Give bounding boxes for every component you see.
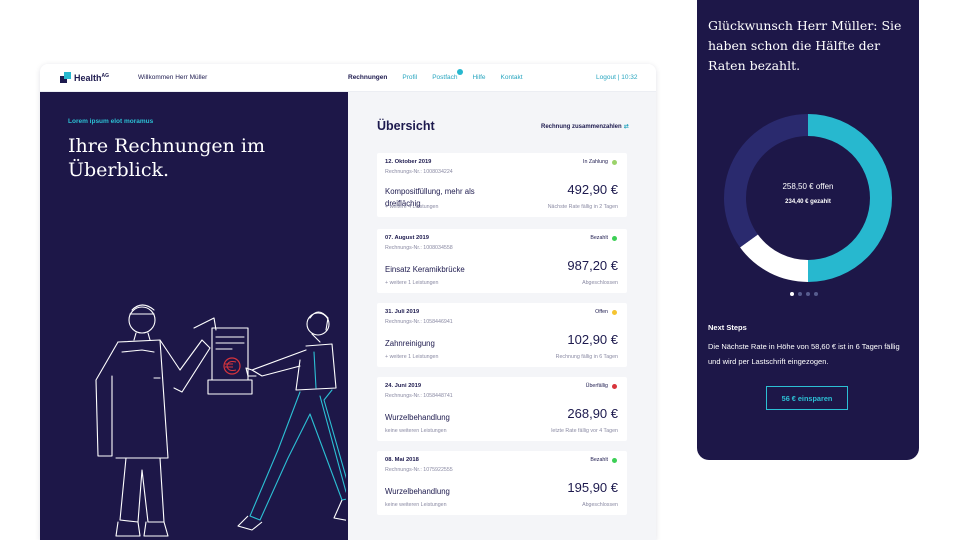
invoice-description: Einsatz Keramikbrücke xyxy=(385,265,465,274)
save-money-button[interactable]: 56 € einsparen xyxy=(766,386,848,410)
payment-note: Nächste Rate fällig in 2 Tagen xyxy=(547,204,618,210)
pager-dot[interactable] xyxy=(806,292,810,296)
invoice-number: Rechnungs-Nr.: 1058446941 xyxy=(385,319,453,325)
invoice-number: Rechnungs-Nr.: 1008034558 xyxy=(385,245,453,251)
notification-badge xyxy=(457,69,464,75)
invoice-number: Rechnungs-Nr.: 1008034224 xyxy=(385,169,453,175)
next-steps-title: Next Steps xyxy=(708,323,747,332)
logout-link[interactable]: Logout xyxy=(596,74,616,81)
invoice-card[interactable]: 12. Oktober 2019 Rechnungs-Nr.: 10080342… xyxy=(377,153,627,217)
invoice-date: 08. Mai 2018 xyxy=(385,457,419,463)
hero-title: Ihre Rechnungen im Überblick. xyxy=(68,135,266,181)
logo[interactable]: HealthAG xyxy=(60,72,109,83)
status-badge: Bezahlt xyxy=(590,235,617,241)
logo-mark-icon xyxy=(60,72,71,83)
invoice-description: Wurzelbehandlung xyxy=(385,487,450,496)
mobile-card: Glückwunsch Herr Müller: Sie haben schon… xyxy=(697,0,919,460)
status-dot-icon xyxy=(612,159,617,165)
logout-area: Logout | 10:32 xyxy=(596,74,638,81)
payment-donut-chart xyxy=(724,114,892,282)
pager-dot[interactable] xyxy=(798,292,802,296)
next-steps-text: Die Nächste Rate in Höhe von 58,60 € ist… xyxy=(708,342,900,366)
payment-note: letzte Rate fällig vor 4 Tagen xyxy=(551,428,618,434)
more-services: + weitere 1 Leistungen xyxy=(385,354,439,360)
invoice-amount: 102,90 € xyxy=(567,332,618,347)
status-badge: Bezahlt xyxy=(590,457,617,463)
donut-segment xyxy=(740,234,808,282)
status-dot-icon xyxy=(612,309,617,315)
status-label: In Zahlung xyxy=(582,159,608,165)
payment-note: Abgeschlossen xyxy=(582,502,618,508)
pager-dot[interactable] xyxy=(814,292,818,296)
more-services: keine weiteren Leistungen xyxy=(385,428,447,434)
overview-title: Übersicht xyxy=(377,119,435,133)
nav-item-rechnungen[interactable]: Rechnungen xyxy=(348,74,387,81)
invoice-amount: 268,90 € xyxy=(567,406,618,421)
mobile-headline: Glückwunsch Herr Müller: Sie haben schon… xyxy=(708,18,902,73)
invoice-date: 31. Juli 2019 xyxy=(385,309,420,315)
status-label: Offen xyxy=(595,309,608,315)
payment-note: Abgeschlossen xyxy=(582,280,618,286)
invoice-date: 12. Oktober 2019 xyxy=(385,159,432,165)
hero-panel: Lorem ipsum elot moramus Ihre Rechnungen… xyxy=(40,92,348,540)
donut-segment xyxy=(808,114,892,282)
top-navigation: HealthAG Willkommen Herr Müller Rechnung… xyxy=(40,64,656,92)
invoice-amount: 492,90 € xyxy=(567,182,618,197)
overview-panel: Übersicht Rechnung zusammenzahlen ⇄ 12. O… xyxy=(348,92,656,540)
invoice-amount: 987,20 € xyxy=(567,258,618,273)
status-dot-icon xyxy=(612,235,617,241)
welcome-text: Willkommen Herr Müller xyxy=(138,74,208,81)
summarize-invoices-link[interactable]: Rechnung zusammenzahlen ⇄ xyxy=(541,123,629,130)
nav-item-profil[interactable]: Profil xyxy=(402,74,417,81)
status-badge: In Zahlung xyxy=(583,159,617,165)
nav-item-postfach[interactable]: Postfach xyxy=(432,69,464,81)
more-services: + weitere 4 Leistungen xyxy=(385,204,439,210)
pager-dot[interactable] xyxy=(790,292,794,296)
payment-note: Rechnung fällig in 6 Tagen xyxy=(555,354,618,360)
more-services: keine weiteren Leistungen xyxy=(385,502,447,508)
invoice-number: Rechnungs-Nr.: 1075922555 xyxy=(385,467,453,473)
more-services: + weitere 1 Leistungen xyxy=(385,280,439,286)
link-arrow-icon: ⇄ xyxy=(623,124,629,130)
doctor-patient-illustration xyxy=(95,304,346,537)
invoice-card[interactable]: 08. Mai 2018 Rechnungs-Nr.: 1075922555 B… xyxy=(377,451,627,515)
nav-item-hilfe[interactable]: Hilfe xyxy=(472,74,485,81)
invoice-description: Wurzelbehandlung xyxy=(385,413,450,422)
status-label: Bezahlt xyxy=(590,457,608,463)
desktop-window: HealthAG Willkommen Herr Müller Rechnung… xyxy=(40,64,656,540)
status-badge: Offen xyxy=(595,309,617,315)
status-label: Überfällig xyxy=(585,383,608,389)
summarize-link-label: Rechnung zusammenzahlen xyxy=(541,124,622,130)
invoice-description: Zahnreinigung xyxy=(385,339,435,348)
invoice-date: 07. August 2019 xyxy=(385,235,429,241)
nav-item-kontakt[interactable]: Kontakt xyxy=(501,74,523,81)
status-label: Bezahlt xyxy=(590,235,608,241)
carousel-pager[interactable] xyxy=(790,292,822,296)
invoice-card[interactable]: 24. Juni 2019 Rechnungs-Nr.: 1058448741 … xyxy=(377,377,627,441)
status-dot-icon xyxy=(612,457,617,463)
main-menu: Rechnungen Profil Postfach Hilfe Kontakt xyxy=(348,69,538,81)
invoice-card[interactable]: 07. August 2019 Rechnungs-Nr.: 100803455… xyxy=(377,229,627,293)
hero-kicker: Lorem ipsum elot moramus xyxy=(68,118,154,125)
paid-amount: 234,40 € gezahlt xyxy=(785,199,831,205)
status-dot-icon xyxy=(612,383,617,389)
invoice-card[interactable]: 31. Juli 2019 Rechnungs-Nr.: 1058446941 … xyxy=(377,303,627,367)
invoice-date: 24. Juni 2019 xyxy=(385,383,422,389)
status-badge: Überfällig xyxy=(586,383,617,389)
open-amount: 258,50 € offen xyxy=(782,182,834,191)
clock-time: 10:32 xyxy=(621,74,638,81)
invoice-number: Rechnungs-Nr.: 1058448741 xyxy=(385,393,453,399)
invoice-amount: 195,90 € xyxy=(567,480,618,495)
logo-text: HealthAG xyxy=(74,72,110,83)
nav-item-postfach-label: Postfach xyxy=(432,74,458,81)
donut-segment xyxy=(724,114,808,248)
